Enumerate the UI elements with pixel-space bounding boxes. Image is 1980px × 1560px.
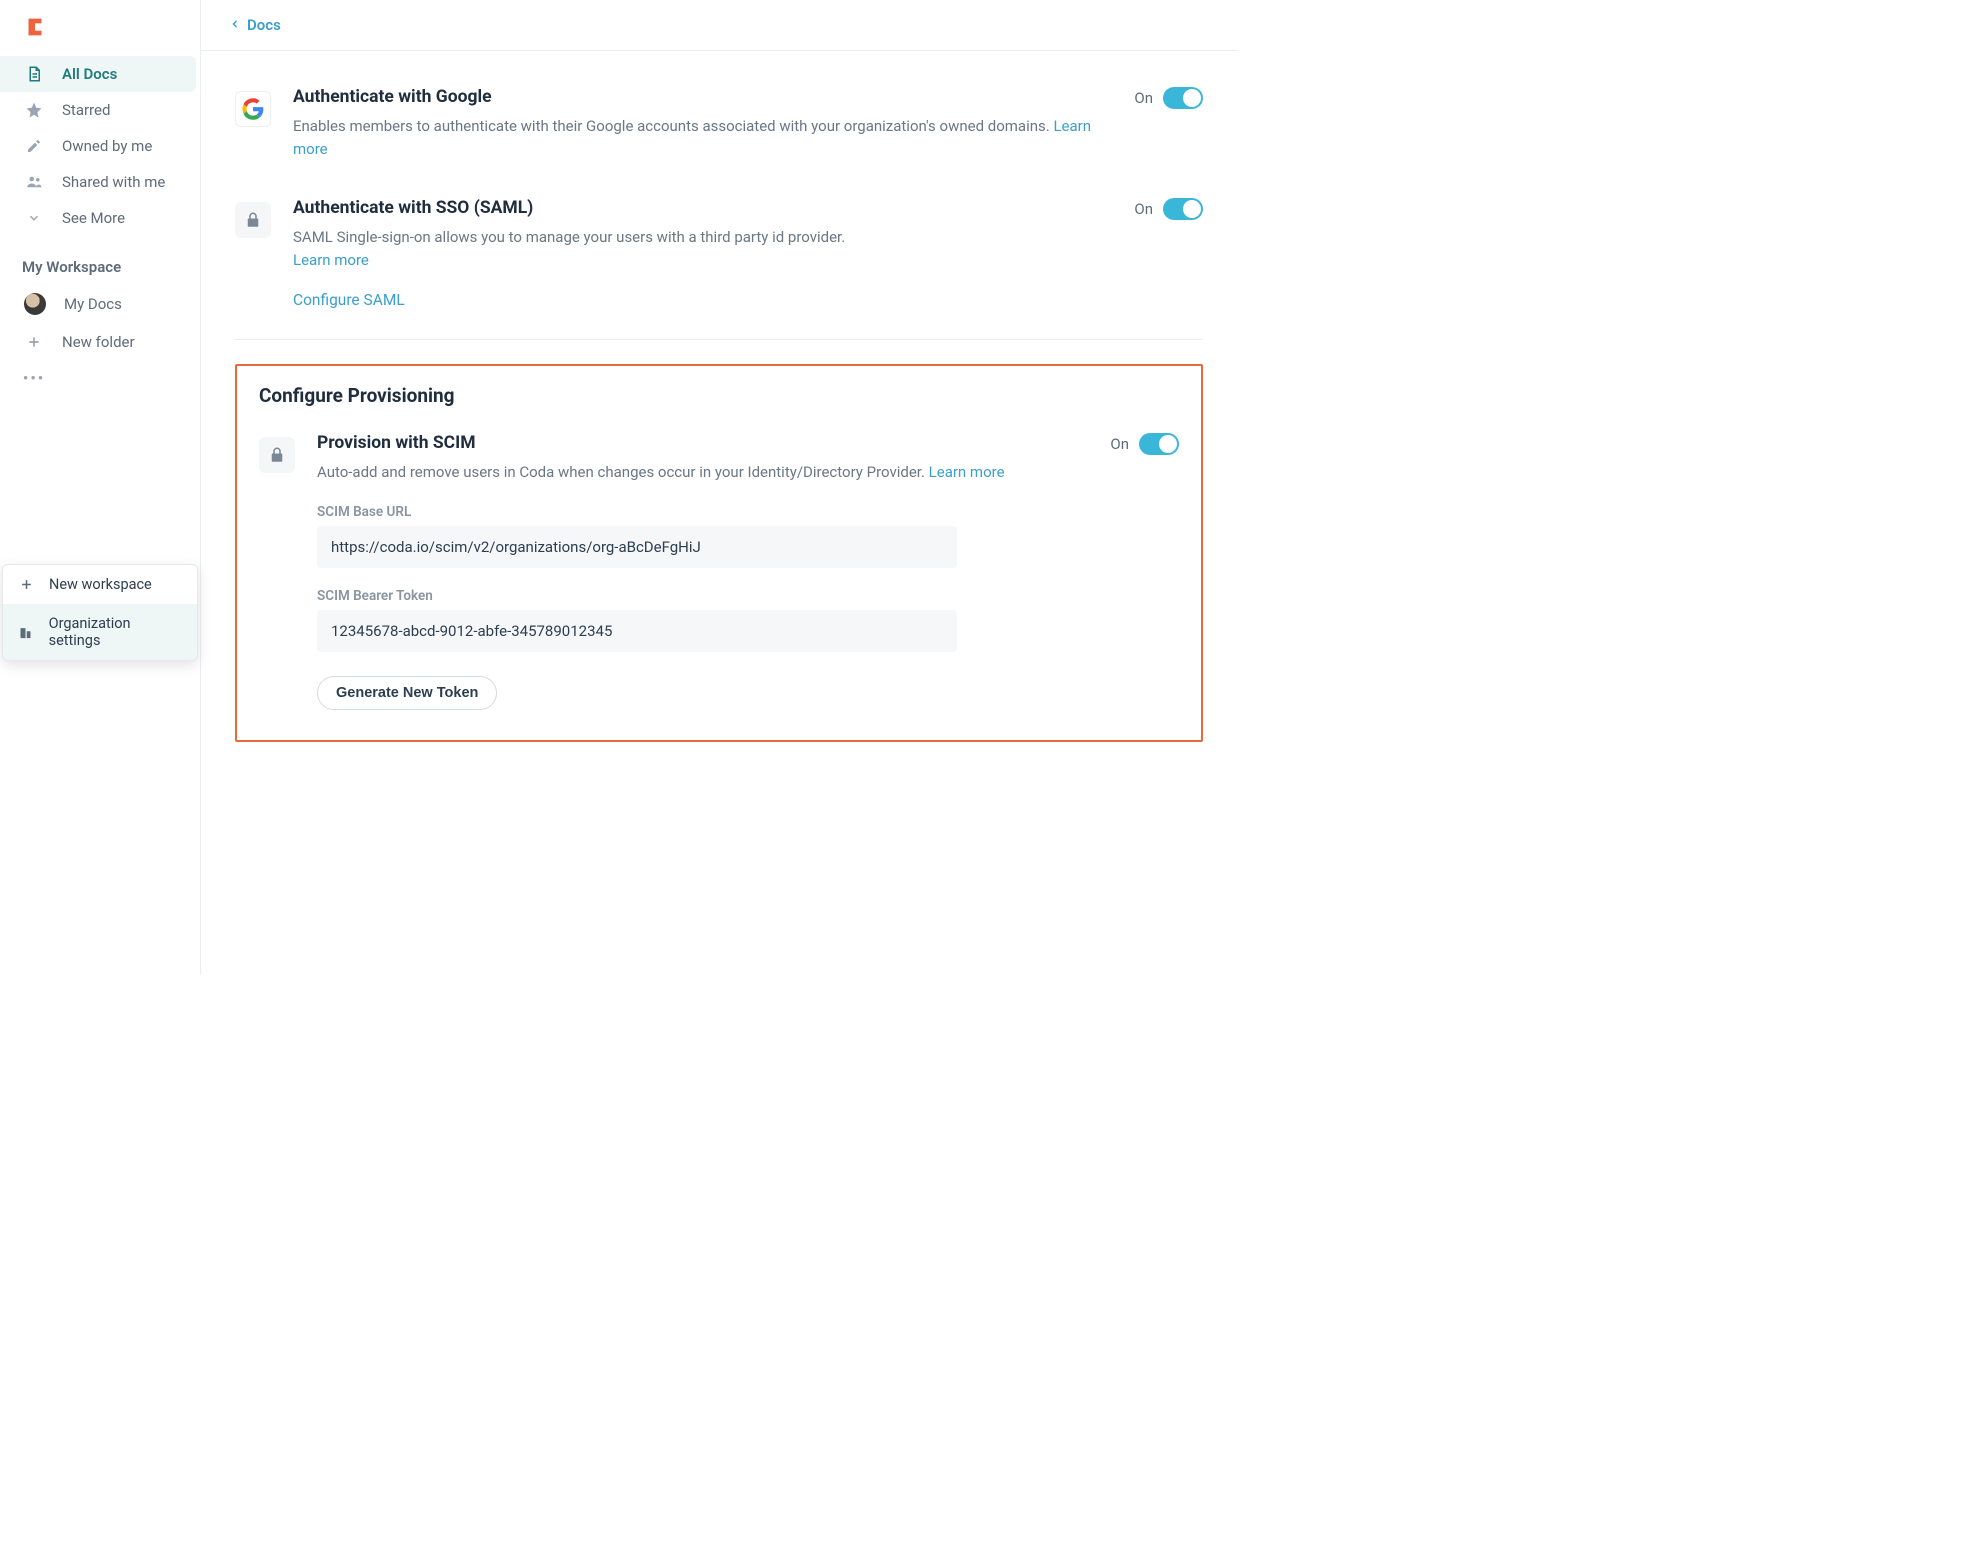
setting-desc: SAML Single-sign-on allows you to manage… (293, 226, 1112, 273)
setting-title: Provision with SCIM (317, 433, 1088, 453)
popup-item-org-settings[interactable]: Organization settings (3, 604, 197, 660)
scim-base-url-value[interactable]: https://coda.io/scim/v2/organizations/or… (317, 526, 957, 568)
sidebar-item-label: My Docs (64, 295, 122, 313)
sidebar-item-label: See More (62, 209, 125, 227)
content: Authenticate with Google Enables members… (201, 51, 1237, 772)
setting-title: Authenticate with Google (293, 87, 1112, 107)
panel-heading: Configure Provisioning (259, 384, 1179, 407)
separator (235, 339, 1203, 340)
sidebar-item-shared-with-me[interactable]: Shared with me (0, 164, 200, 200)
toggle-state-label: On (1134, 200, 1153, 218)
learn-more-link[interactable]: Learn more (929, 463, 1005, 481)
popup-item-label: New workspace (49, 576, 152, 593)
more-icon: ••• (24, 369, 44, 387)
toggle-state-label: On (1134, 89, 1153, 107)
workspace-header: My Workspace (0, 236, 200, 284)
plus-icon (24, 334, 44, 350)
toggle-auth-sso[interactable] (1163, 198, 1203, 220)
sidebar-item-owned-by-me[interactable]: Owned by me (0, 128, 200, 164)
sidebar-item-label: All Docs (62, 65, 117, 83)
panel-provisioning: Configure Provisioning Provision with SC… (235, 364, 1203, 742)
setting-scim: Provision with SCIM Auto-add and remove … (259, 419, 1179, 714)
avatar (24, 293, 46, 315)
breadcrumb-docs[interactable]: Docs (201, 0, 1237, 51)
sidebar-item-label: Owned by me (62, 137, 152, 155)
sidebar-item-all-docs[interactable]: All Docs (0, 56, 196, 92)
scim-token-label: SCIM Bearer Token (317, 588, 1088, 604)
learn-more-link[interactable]: Learn more (293, 251, 369, 269)
configure-saml-link[interactable]: Configure SAML (293, 291, 405, 309)
generate-token-button[interactable]: Generate New Token (317, 676, 497, 710)
setting-title: Authenticate with SSO (SAML) (293, 198, 1112, 218)
toggle-scim[interactable] (1139, 433, 1179, 455)
sidebar-more-button[interactable]: ••• (0, 360, 200, 396)
sidebar-item-my-docs[interactable]: My Docs (0, 284, 200, 324)
setting-desc: Enables members to authenticate with the… (293, 115, 1112, 162)
breadcrumb-label: Docs (247, 16, 281, 34)
lock-icon (235, 202, 271, 238)
chevron-left-icon (229, 16, 241, 34)
setting-auth-sso: Authenticate with SSO (SAML) SAML Single… (235, 184, 1203, 332)
sidebar-item-label: Starred (62, 101, 110, 119)
building-icon (17, 625, 35, 640)
coda-logo-icon (24, 16, 46, 38)
lock-icon (259, 437, 295, 473)
chevron-down-icon (24, 211, 44, 225)
people-icon (24, 173, 44, 191)
toggle-auth-google[interactable] (1163, 87, 1203, 109)
popup-item-label: Organization settings (49, 615, 183, 649)
pencil-icon (24, 138, 44, 154)
setting-desc: Auto-add and remove users in Coda when c… (317, 461, 1088, 484)
main: Docs Authenticate with Google Enables me… (200, 0, 1237, 975)
scim-base-url-label: SCIM Base URL (317, 504, 1088, 520)
sidebar-item-see-more[interactable]: See More (0, 200, 200, 236)
scim-token-value[interactable]: 12345678-abcd-9012-abfe-345789012345 (317, 610, 957, 652)
star-icon (24, 101, 44, 119)
google-icon (235, 91, 271, 127)
app-logo[interactable] (0, 10, 200, 56)
sidebar-item-label: Shared with me (62, 173, 165, 191)
sidebar-item-label: New folder (62, 333, 135, 351)
popup-item-new-workspace[interactable]: New workspace (3, 565, 197, 604)
sidebar-item-new-folder[interactable]: New folder (0, 324, 200, 360)
plus-icon (17, 577, 35, 592)
setting-auth-google: Authenticate with Google Enables members… (235, 73, 1203, 184)
sidebar: All Docs Starred Owned by me Shared with… (0, 0, 200, 975)
doc-icon (24, 65, 44, 83)
sidebar-item-starred[interactable]: Starred (0, 92, 200, 128)
workspace-popup: New workspace Organization settings (2, 564, 198, 661)
toggle-state-label: On (1110, 435, 1129, 453)
